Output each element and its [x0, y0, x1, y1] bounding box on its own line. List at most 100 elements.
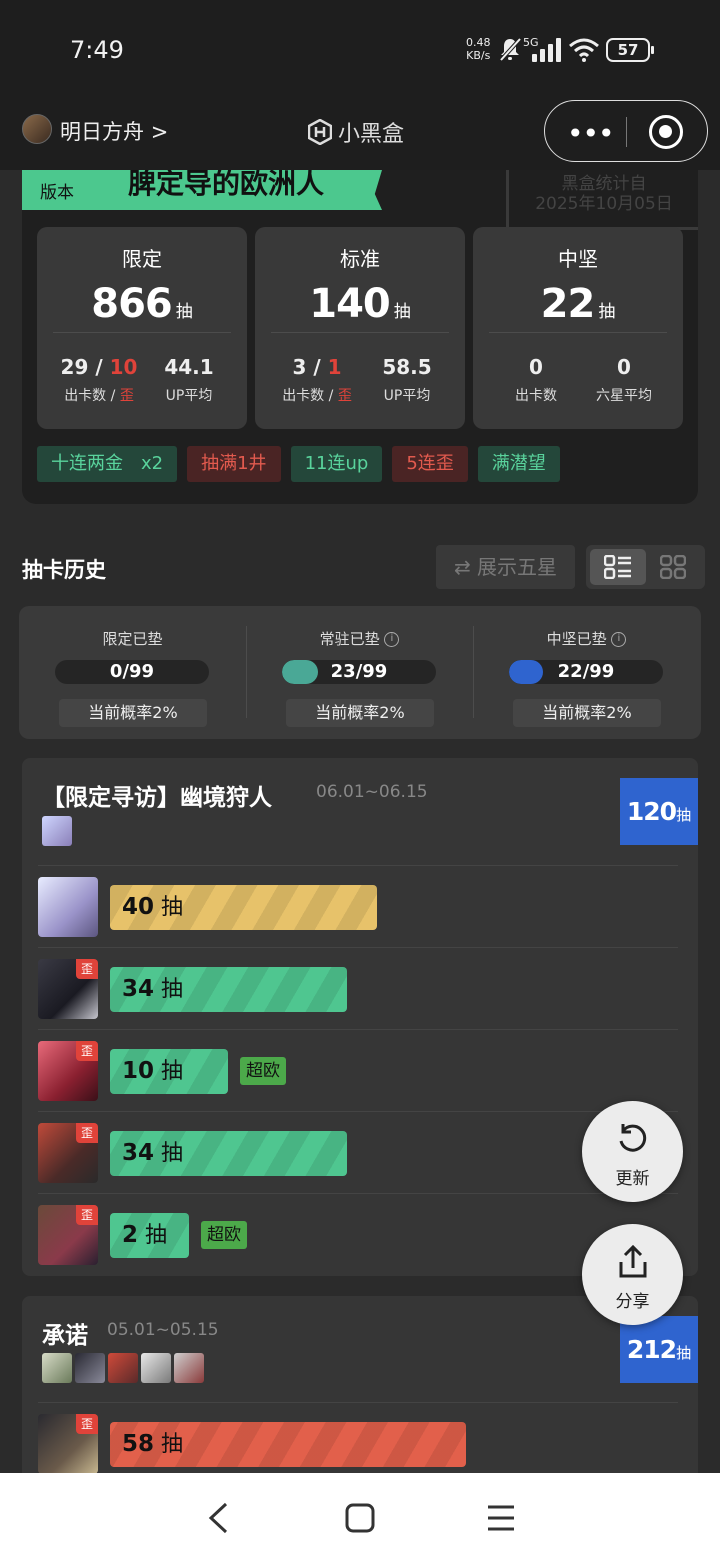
pool-title: 承诺 [42, 1323, 88, 1349]
stat-count-unit: 抽 [598, 302, 616, 322]
pull-bar: 34 抽 [110, 1131, 347, 1176]
xiaoheihe-logo-icon [308, 119, 332, 145]
target-circle-icon[interactable] [649, 115, 683, 149]
pool-title: 【限定寻访】幽境狩人 [42, 785, 272, 811]
off-label: 歪 [119, 388, 134, 404]
label-sep: / [324, 388, 338, 404]
pool-card[interactable]: 承诺 05.01~05.15 212抽 歪 58 抽 [22, 1296, 698, 1473]
off-label: 歪 [337, 388, 352, 404]
stat-divider [489, 332, 667, 333]
operator-avatar: 歪 [38, 1414, 98, 1473]
stat-got: 0 出卡数 [491, 355, 581, 405]
pity-bar: 22/99 [509, 660, 663, 684]
pull-count: 40 [122, 894, 155, 920]
pity-value: 23/99 [330, 661, 388, 682]
operator-thumb [174, 1353, 204, 1383]
list-view-button[interactable] [590, 549, 646, 585]
menu-icon[interactable] [486, 1501, 516, 1535]
wifi-icon [569, 38, 599, 62]
refresh-label: 更新 [615, 1169, 650, 1189]
back-icon[interactable] [206, 1501, 230, 1535]
pull-count: 2 [122, 1222, 139, 1248]
got-label: 出卡数 [515, 388, 557, 404]
avg-label: 六星平均 [596, 388, 652, 404]
stat-divider [53, 332, 231, 333]
pull-unit: 抽 [161, 1059, 184, 1084]
pull-row[interactable]: 歪 2 抽 超欧 [38, 1193, 678, 1275]
operator-thumb [108, 1353, 138, 1383]
game-avatar[interactable] [22, 114, 52, 144]
game-name-link[interactable]: 明日方舟 > [60, 116, 168, 146]
pull-row[interactable]: 40 抽 [38, 865, 678, 947]
pity-standard: 常驻已垫 i 23/99 当前概率2% [246, 606, 473, 739]
off-banner-badge: 歪 [76, 959, 98, 979]
capsule-divider [626, 117, 627, 147]
pity-label: 限定已垫 [102, 630, 163, 648]
stat-avg: 58.5 UP平均 [362, 355, 452, 405]
speed-unit: KB/s [466, 49, 491, 62]
refresh-button[interactable]: 更新 [582, 1101, 683, 1202]
stat-count-unit: 抽 [175, 302, 193, 322]
got-count: 0 [529, 355, 543, 379]
brand-name: 小黑盒 [338, 122, 405, 147]
pull-bar: 10 抽 [110, 1049, 228, 1094]
pool-operator-thumbs [42, 1353, 204, 1383]
avg-value: 0 [617, 355, 631, 379]
stat-count-value: 22 [540, 281, 596, 327]
banner-version: 版本 [40, 183, 74, 203]
info-icon[interactable]: i [384, 632, 400, 647]
pity-core: 中坚已垫 i 22/99 当前概率2% [473, 606, 700, 739]
more-dots-icon[interactable]: ••• [567, 117, 615, 150]
got-label: 出卡数 [282, 388, 325, 404]
list-view-icon [604, 555, 631, 579]
pool-dates: 05.01~05.15 [107, 1320, 219, 1340]
pull-row[interactable]: 歪 10 抽 超欧 [38, 1029, 678, 1111]
banner-title: 脾定导的欧洲人 [128, 170, 325, 200]
pull-row[interactable]: 歪 58 抽 [38, 1402, 678, 1473]
operator-thumb [141, 1353, 171, 1383]
off-banner-badge: 歪 [76, 1123, 98, 1143]
grid-view-icon[interactable] [660, 555, 686, 579]
pool-total-unit: 抽 [676, 1344, 692, 1362]
stamp-line-1: 黑盒统计自 [561, 174, 647, 194]
pull-bar: 40 抽 [110, 885, 377, 930]
pull-count: 58 [122, 1431, 155, 1457]
info-icon[interactable]: i [611, 632, 627, 647]
view-switch [586, 545, 705, 589]
label-sep: / [106, 388, 120, 404]
pity-value: 0/99 [109, 661, 155, 682]
pull-count: 10 [122, 1058, 155, 1084]
lucky-tag: 超欧 [201, 1221, 247, 1249]
stat-divider [271, 332, 449, 333]
summary-card: 黑盒统计自 2025年10月05日 版本 脾定导的欧洲人 限定 866 抽 29 … [22, 170, 698, 504]
share-icon [619, 1244, 647, 1278]
pull-row[interactable]: 歪 34 抽 [38, 947, 678, 1029]
stats-stamp: 黑盒统计自 2025年10月05日 [506, 170, 698, 230]
pool-total: 120抽 [620, 778, 698, 845]
operator-avatar: 歪 [38, 959, 98, 1019]
stat-got: 3 / 1 出卡数 / 歪 [272, 355, 362, 405]
avg-label: UP平均 [383, 388, 431, 404]
home-icon[interactable] [344, 1501, 376, 1535]
bell-mute-icon [499, 37, 522, 62]
off-count: 1 [327, 355, 342, 379]
achievement-tag: 11连up [290, 446, 383, 482]
speed-value: 0.48 [466, 36, 491, 49]
refresh-icon [619, 1124, 647, 1152]
share-button[interactable]: 分享 [582, 1224, 683, 1325]
pity-label: 常驻已垫 [319, 630, 380, 648]
off-count: 10 [109, 355, 138, 379]
pool-card[interactable]: 【限定寻访】幽境狩人 06.01~06.15 120抽 40 抽 歪 34 抽 … [22, 758, 698, 1276]
stat-limited: 限定 866 抽 29 / 10 出卡数 / 歪 44.1 UP平均 [37, 227, 247, 429]
stat-count-unit: 抽 [393, 302, 411, 322]
pull-count: 34 [122, 976, 155, 1002]
operator-thumb [42, 816, 72, 846]
achievement-tag: 5连歪 [392, 446, 468, 482]
achievement-tags: 十连两金 x2 抽满1井 11连up 5连歪 满潜望 [37, 446, 560, 482]
pity-label-row: 常驻已垫 i [246, 628, 473, 649]
avg-value: 44.1 [164, 355, 214, 379]
show-five-star-toggle[interactable]: ⇄ 展示五星 [436, 545, 575, 589]
mini-program-capsule: ••• [544, 100, 708, 162]
got-count: 3 [292, 355, 307, 379]
pool-total-value: 120 [626, 797, 677, 826]
